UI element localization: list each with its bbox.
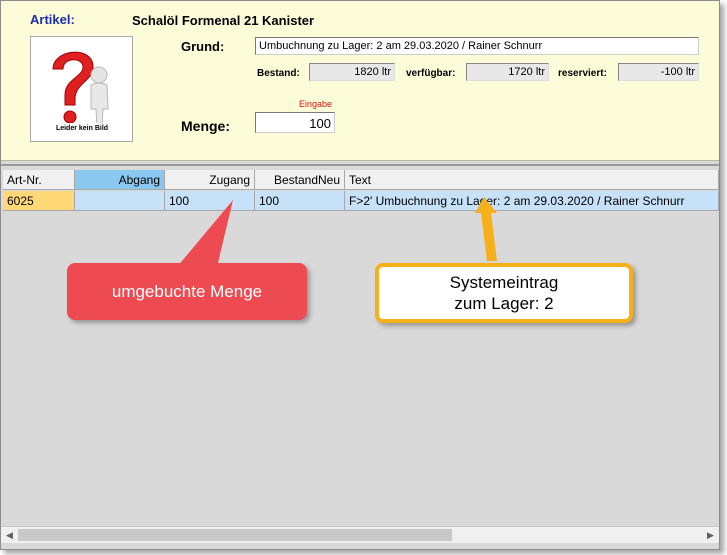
callout-line-1: Systemeintrag bbox=[449, 273, 559, 292]
orange-arrow-pointer bbox=[475, 197, 497, 261]
left-arrow-icon[interactable]: ◀ bbox=[1, 527, 18, 543]
callout-systemeintrag: Systemeintrag zum Lager: 2 bbox=[375, 263, 633, 323]
horizontal-scrollbar[interactable]: ◀ ▶ bbox=[1, 526, 719, 543]
callout-line-2: zum Lager: 2 bbox=[454, 294, 554, 313]
scrollbar-thumb[interactable] bbox=[18, 529, 452, 541]
booking-window: Artikel: Schalöl Formenal 21 Kanister Le… bbox=[0, 0, 720, 550]
right-arrow-icon[interactable]: ▶ bbox=[702, 527, 719, 543]
callout-umgebuchte-menge: umgebuchte Menge bbox=[67, 263, 307, 320]
red-callout-pointer bbox=[177, 200, 233, 267]
